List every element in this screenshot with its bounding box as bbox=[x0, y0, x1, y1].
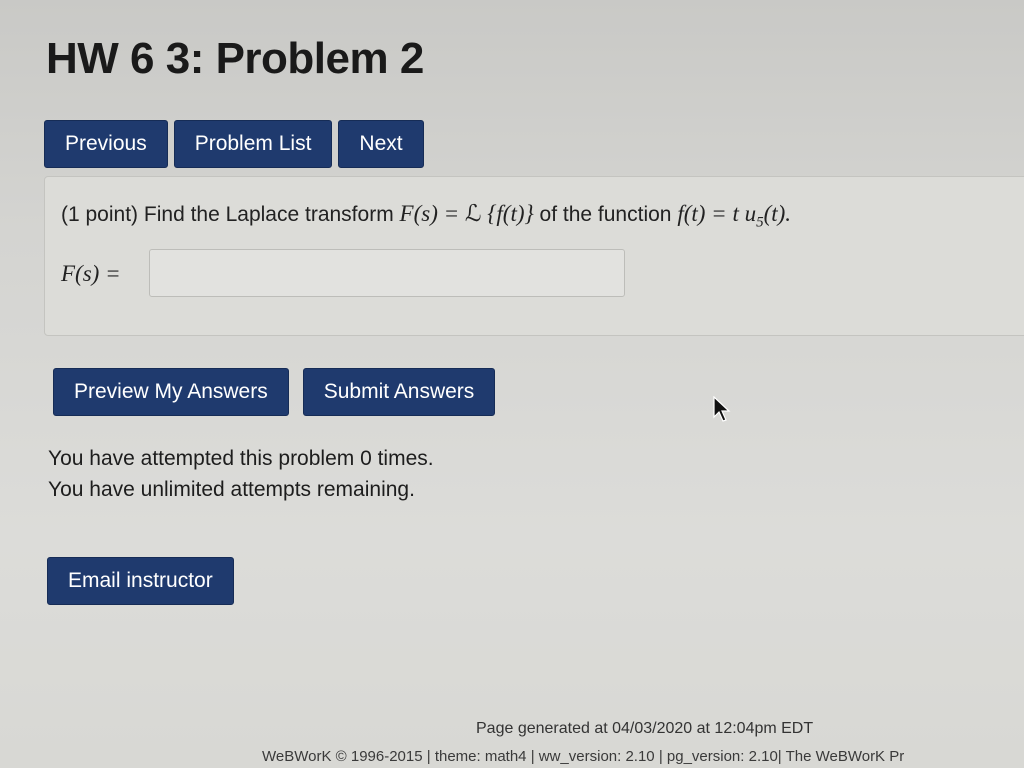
problem-list-button[interactable]: Problem List bbox=[173, 120, 333, 168]
footer-copyright: WeBWorK © 1996-2015 | theme: math4 | ww_… bbox=[262, 748, 905, 765]
function-subscript: 5 bbox=[756, 214, 764, 231]
previous-button[interactable]: Previous bbox=[44, 120, 168, 168]
problem-text-before: Find the Laplace transform bbox=[143, 203, 394, 226]
problem-nav: Previous Problem List Next bbox=[44, 120, 424, 168]
answer-input[interactable] bbox=[149, 249, 625, 297]
preview-answers-button[interactable]: Preview My Answers bbox=[53, 368, 289, 416]
problem-points: (1 point) bbox=[61, 203, 139, 226]
next-button[interactable]: Next bbox=[338, 120, 424, 168]
answer-label: F(s) = bbox=[61, 261, 121, 286]
page-title: HW 6 3: Problem 2 bbox=[46, 34, 424, 83]
email-instructor-button[interactable]: Email instructor bbox=[47, 557, 234, 605]
math-lhs: F(s) = ℒ {f(t)} bbox=[400, 201, 534, 226]
problem-text-middle: of the function bbox=[539, 203, 672, 226]
attempts-remaining-text: You have unlimited attempts remaining. bbox=[48, 478, 415, 501]
mouse-pointer-icon bbox=[713, 396, 731, 422]
submit-answers-button[interactable]: Submit Answers bbox=[302, 368, 496, 416]
math-function: f(t) = t u5(t). bbox=[677, 201, 792, 231]
function-tail: (t). bbox=[763, 201, 792, 226]
function-text: f(t) = t u bbox=[677, 201, 757, 226]
laplace-argument: {f(t)} bbox=[487, 201, 534, 226]
laplace-symbol: ℒ bbox=[464, 201, 482, 226]
page-generated-text: Page generated at 04/03/2020 at 12:04pm … bbox=[476, 720, 814, 737]
math-lhs-text: F(s) = bbox=[399, 201, 465, 226]
problem-statement: (1 point) Find the Laplace transform F(s… bbox=[61, 201, 791, 232]
attempts-count-text: You have attempted this problem 0 times. bbox=[48, 447, 434, 470]
answer-actions: Preview My Answers Submit Answers bbox=[53, 368, 496, 416]
attempts-info: You have attempted this problem 0 times.… bbox=[48, 443, 434, 505]
problem-box: (1 point) Find the Laplace transform F(s… bbox=[44, 176, 1024, 336]
